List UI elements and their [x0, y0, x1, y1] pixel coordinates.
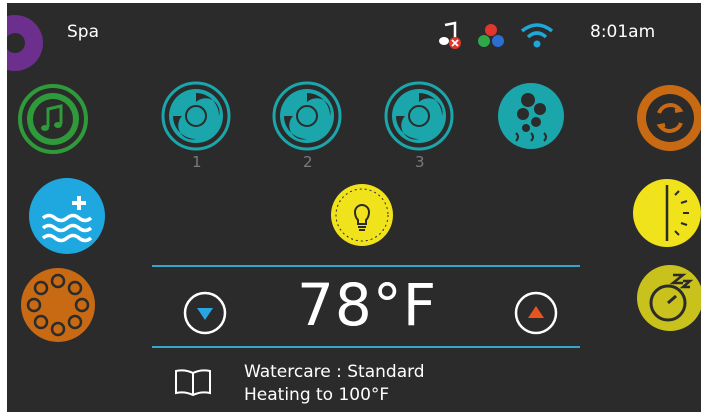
- pump-1[interactable]: 1: [161, 81, 231, 171]
- menu-tab-icon[interactable]: [7, 13, 45, 73]
- pump-3[interactable]: 3: [384, 81, 454, 171]
- economy-sleep-icon[interactable]: [635, 263, 701, 333]
- temp-down-button[interactable]: [182, 290, 228, 336]
- light-bulb-icon: [331, 184, 393, 246]
- pump-2[interactable]: 2: [272, 81, 342, 171]
- temperature-display: 78°F: [297, 271, 438, 339]
- color-dots-icon[interactable]: [477, 23, 505, 49]
- book-icon[interactable]: [173, 367, 213, 397]
- pump-label: 3: [415, 153, 425, 171]
- right-panel: [627, 83, 701, 343]
- light-button[interactable]: [329, 182, 395, 248]
- pump-label: 1: [192, 153, 202, 171]
- music-muted-icon[interactable]: [437, 21, 463, 51]
- clock: 8:01am: [590, 22, 656, 42]
- arrow-up-icon: [514, 291, 558, 335]
- arrow-down-icon: [183, 291, 227, 335]
- pump-jet-icon: [161, 81, 231, 151]
- pump-jet-icon: [272, 81, 342, 151]
- filter-cycle-icon[interactable]: [19, 266, 97, 344]
- light-cycle-icon[interactable]: [631, 177, 701, 249]
- audio-icon[interactable]: [17, 83, 89, 155]
- pump-jet-icon: [384, 81, 454, 151]
- blower-bubbles-icon: [498, 83, 564, 149]
- water-fill-icon[interactable]: [27, 176, 107, 256]
- inverse-mode-icon[interactable]: [635, 83, 701, 153]
- spa-control-screen: Spa 8:01am 1 2 3 78°F Watercare: Standa…: [7, 3, 701, 412]
- divider-bottom: [152, 346, 580, 348]
- watercare-status: Watercare : Standard: [244, 362, 425, 382]
- pump-label: 2: [303, 153, 313, 171]
- app-title: Spa: [67, 22, 99, 42]
- status-bar: Spa 8:01am: [7, 3, 701, 71]
- blower[interactable]: [496, 81, 566, 151]
- heating-status: Heating to 100°F: [244, 385, 390, 405]
- divider-top: [152, 265, 580, 267]
- left-panel: [7, 83, 107, 343]
- wifi-icon[interactable]: [519, 21, 555, 49]
- temp-up-button[interactable]: [513, 290, 559, 336]
